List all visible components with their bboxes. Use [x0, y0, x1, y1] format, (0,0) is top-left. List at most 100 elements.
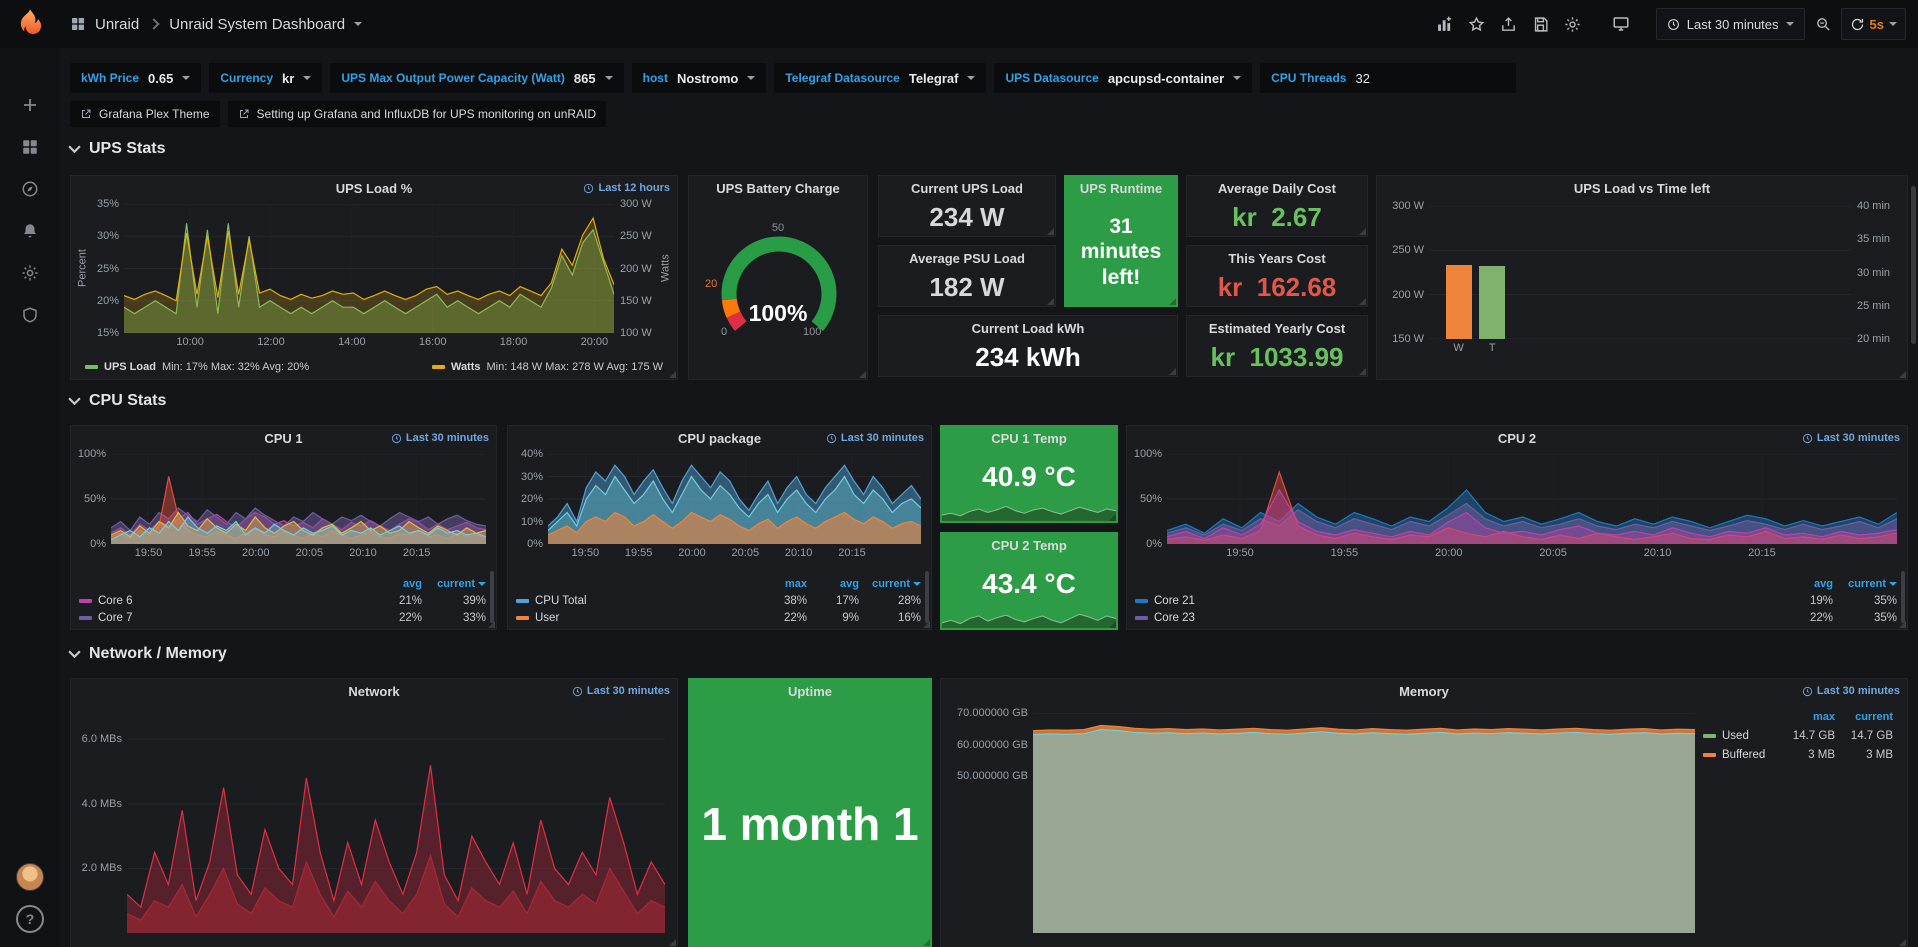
plot-area[interactable]: WT [1429, 206, 1851, 339]
ups-bar-chart[interactable] [1429, 206, 1851, 339]
sidebar-item-explore[interactable] [0, 170, 60, 208]
panel-estimated-yearly-cost: Estimated Yearly Cost kr 1033.99 [1186, 315, 1368, 377]
panel-title[interactable]: UPS Battery Charge [689, 176, 867, 202]
sidebar-item-alerting[interactable] [0, 212, 60, 250]
plot-area[interactable]: 19:5019:5520:0020:0520:1020:15 [111, 454, 486, 544]
user-avatar[interactable] [16, 863, 44, 891]
bar-W[interactable] [1446, 265, 1472, 339]
time-override-badge: Last 30 minutes [1802, 685, 1900, 697]
variable-host[interactable]: host Nostromo [632, 63, 767, 93]
legend-series-cpu-total[interactable]: CPU Total [516, 595, 755, 607]
legend-col-avg[interactable]: avg [807, 578, 859, 590]
ups-load-chart[interactable] [124, 204, 614, 333]
legend-col-current[interactable]: current [859, 578, 921, 590]
sidebar-item-server-admin[interactable] [0, 296, 60, 334]
cpu1-chart[interactable] [111, 454, 486, 544]
cpu2-chart[interactable] [1167, 454, 1897, 544]
zoom-out-button[interactable] [1809, 9, 1839, 39]
variable-currency[interactable]: Currency kr [209, 63, 322, 93]
link-label: Grafana Plex Theme [99, 107, 210, 121]
dashboard-links-row: Grafana Plex Theme Setting up Grafana an… [70, 101, 606, 127]
legend-swatch [1135, 599, 1148, 603]
plot-area[interactable]: 19:5019:5520:0020:0520:1020:15 [1167, 454, 1897, 544]
legend-scrollbar[interactable] [1901, 571, 1905, 623]
legend-col-current[interactable]: current [1833, 578, 1897, 590]
legend-series-core6[interactable]: Core 6 [79, 595, 366, 607]
plot-area[interactable]: 19:5019:5520:0020:0520:1020:15 [548, 454, 921, 544]
section-cpu-stats[interactable]: CPU Stats [68, 392, 166, 410]
legend-col-max[interactable]: max [1777, 711, 1835, 723]
grafana-logo[interactable] [0, 8, 60, 40]
legend-col-avg[interactable]: avg [366, 578, 422, 590]
panel-title[interactable]: UPS Load vs Time left [1377, 176, 1907, 202]
chevron-down-icon [68, 650, 81, 658]
link-grafana-plex-theme[interactable]: Grafana Plex Theme [70, 101, 220, 127]
chevron-down-icon[interactable] [354, 22, 362, 26]
variable-telegraf-datasource[interactable]: Telegraf Datasource Telegraf [774, 63, 986, 93]
plot-area[interactable] [1033, 707, 1695, 933]
legend-col-avg[interactable]: avg [1777, 578, 1833, 590]
refresh-interval-label[interactable]: 5s [1870, 17, 1884, 32]
legend-value: 22% [366, 612, 422, 624]
legend-scrollbar[interactable] [925, 571, 929, 623]
variable-value: apcupsd-container [1108, 71, 1224, 86]
variable-ups-max-output[interactable]: UPS Max Output Power Capacity (Watt) 865 [330, 63, 623, 93]
variable-label: Currency [220, 71, 273, 85]
legend-value: 35% [1833, 612, 1897, 624]
breadcrumb-org[interactable]: Unraid [95, 16, 139, 33]
add-panel-button[interactable] [1430, 9, 1460, 39]
sidebar-item-create[interactable] [0, 86, 60, 124]
save-button[interactable] [1526, 9, 1556, 39]
sidebar-item-configuration[interactable] [0, 254, 60, 292]
variable-cpu-threads[interactable]: CPU Threads 32 [1260, 63, 1516, 93]
network-chart[interactable] [127, 707, 665, 933]
y-axis-unit-watts: Watts [658, 204, 673, 333]
legend-series-used[interactable]: Used [1703, 730, 1777, 742]
variable-kwh-price[interactable]: kWh Price 0.65 [70, 63, 201, 93]
compass-icon [21, 180, 39, 198]
cpu-threads-input[interactable]: 32 [1355, 71, 1505, 86]
stat-value: 40.9 °C [982, 461, 1076, 493]
chevron-down-icon [967, 76, 975, 80]
variable-label: UPS Max Output Power Capacity (Watt) [341, 71, 565, 85]
cpu-package-chart[interactable] [548, 454, 921, 544]
share-button[interactable] [1494, 9, 1524, 39]
panel-cpu2-temp: CPU 2 Temp 43.4 °C [940, 532, 1118, 630]
y-axis-right: 40 min35 min30 min25 min20 min [1851, 206, 1899, 339]
panel-title[interactable]: Memory [941, 679, 1907, 705]
bar-T[interactable] [1479, 266, 1505, 339]
sidebar-item-dashboards[interactable] [0, 128, 60, 166]
legend-col-current[interactable]: current [1835, 711, 1893, 723]
memory-chart[interactable] [1033, 707, 1695, 933]
link-ups-monitoring-guide[interactable]: Setting up Grafana and InfluxDB for UPS … [228, 101, 607, 127]
plot-area[interactable]: 10:0012:0014:0016:0018:0020:00 [124, 204, 614, 333]
panel-title[interactable]: CPU 2 [1127, 426, 1907, 452]
section-ups-stats[interactable]: UPS Stats [68, 140, 165, 158]
section-network-memory[interactable]: Network / Memory [68, 645, 227, 663]
variable-ups-datasource[interactable]: UPS Datasource apcupsd-container [994, 63, 1252, 93]
breadcrumb-dashboard-title[interactable]: Unraid System Dashboard [169, 16, 345, 33]
gauge-label-100: 100 [803, 326, 821, 338]
legend-series-core23[interactable]: Core 23 [1135, 612, 1777, 624]
help-button[interactable]: ? [16, 905, 44, 933]
legend-series-buffered[interactable]: Buffered [1703, 749, 1777, 761]
legend-series-core7[interactable]: Core 7 [79, 612, 366, 624]
legend-value: 39% [422, 595, 486, 607]
legend-item-ups-load[interactable]: UPS Load Min: 17% Max: 32% Avg: 20% [85, 361, 309, 373]
plot-area[interactable] [127, 707, 665, 933]
page-scrollbar[interactable] [1911, 186, 1916, 344]
breadcrumb: Unraid Unraid System Dashboard [70, 16, 362, 33]
legend-scrollbar[interactable] [490, 571, 494, 623]
legend-col-current[interactable]: current [422, 578, 486, 590]
tv-mode-button[interactable] [1606, 9, 1636, 39]
legend-value: 14.7 GB [1777, 730, 1835, 742]
panel-ups-load-vs-time-left: UPS Load vs Time left 300 W250 W200 W150… [1376, 175, 1908, 380]
legend-series-core21[interactable]: Core 21 [1135, 595, 1777, 607]
legend-series-user[interactable]: User [516, 612, 755, 624]
legend-col-max[interactable]: max [755, 578, 807, 590]
refresh-button[interactable]: 5s [1841, 8, 1906, 40]
dashboard-settings-button[interactable] [1558, 9, 1588, 39]
time-range-picker[interactable]: Last 30 minutes [1656, 8, 1805, 40]
star-button[interactable] [1462, 9, 1492, 39]
legend-item-watts[interactable]: Watts Min: 148 W Max: 278 W Avg: 175 W [432, 361, 663, 373]
